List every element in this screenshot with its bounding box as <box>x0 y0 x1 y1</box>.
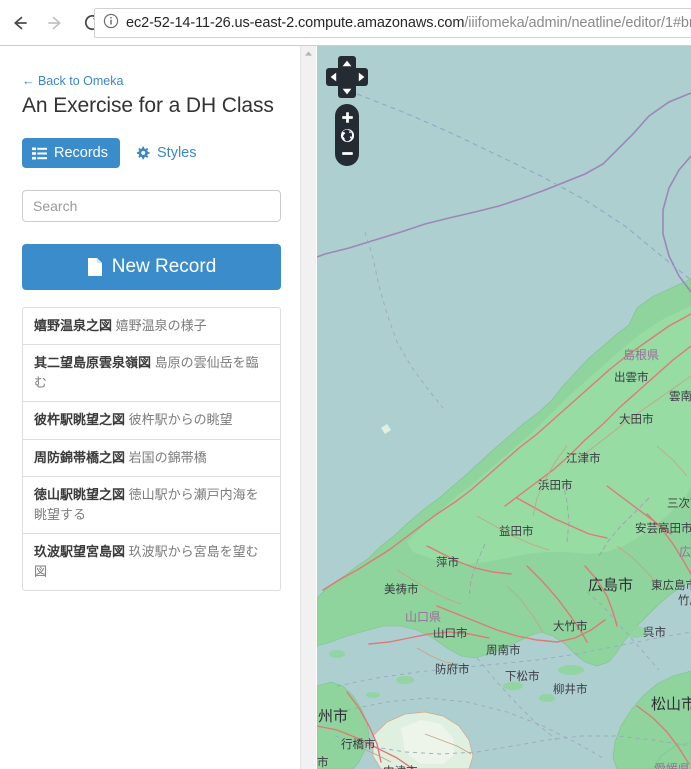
record-description: 岩国の錦帯橋 <box>128 449 207 465</box>
record-title: 徳山駅眺望之図 <box>34 486 126 502</box>
back-button[interactable] <box>5 8 35 38</box>
forward-button[interactable] <box>40 8 70 38</box>
record-list: 嬉野温泉之図 嬉野温泉の様子 其二望島原雲泉嶺図 島原の雲仙岳を臨む 彼杵駅眺望… <box>22 307 281 592</box>
zoom-in-button[interactable] <box>337 108 357 126</box>
neatline-editor-panel: ← Back to Omeka An Exercise for a DH Cla… <box>0 46 300 769</box>
list-item[interactable]: 嬉野温泉之図 嬉野温泉の様子 <box>23 308 280 346</box>
list-item[interactable]: 徳山駅眺望之図 徳山駅から瀬戸内海を眺望する <box>23 477 280 534</box>
map-pan-control[interactable] <box>326 56 368 98</box>
browser-chrome: ec2-52-14-11-26.us-east-2.compute.amazon… <box>0 0 691 46</box>
gear-icon <box>135 146 150 161</box>
pan-left-icon[interactable] <box>327 71 339 83</box>
record-description: 彼杵駅からの眺望 <box>128 412 233 428</box>
map-zoom-control[interactable] <box>335 104 359 166</box>
plus-icon <box>341 111 353 123</box>
back-to-omeka-link[interactable]: ← Back to Omeka <box>22 74 280 88</box>
search-input[interactable] <box>22 190 281 222</box>
zoom-world-button[interactable] <box>337 126 357 144</box>
tab-styles[interactable]: Styles <box>125 138 205 168</box>
url-host: ec2-52-14-11-26.us-east-2.compute.amazon… <box>126 15 465 31</box>
record-description: 嬉野温泉の様子 <box>115 318 207 333</box>
neatline-map[interactable]: 島根県出雲市雲南市大田市江津市浜田市三次市益田市安芸高田市広島県萍市広島市東広島… <box>317 46 691 769</box>
minus-icon <box>341 151 353 155</box>
site-info-icon[interactable] <box>103 13 119 34</box>
pan-up-icon[interactable] <box>341 57 353 69</box>
tab-records-label: Records <box>54 145 108 161</box>
page-content: ← Back to Omeka An Exercise for a DH Cla… <box>0 46 691 769</box>
address-bar[interactable]: ec2-52-14-11-26.us-east-2.compute.amazon… <box>94 8 691 38</box>
pan-down-icon[interactable] <box>341 85 353 97</box>
pan-right-icon[interactable] <box>355 71 367 83</box>
map-tiles <box>317 46 691 769</box>
tab-records[interactable]: Records <box>22 138 120 168</box>
globe-icon <box>340 128 354 142</box>
record-title: 彼杵駅眺望之図 <box>34 412 126 428</box>
forward-arrow-icon <box>48 16 61 29</box>
list-icon <box>32 147 47 160</box>
panel-scrollbar[interactable] <box>300 46 316 769</box>
back-arrow-icon <box>14 16 27 29</box>
document-icon <box>87 257 103 277</box>
list-item[interactable]: 彼杵駅眺望之図 彼杵駅からの眺望 <box>23 402 280 440</box>
editor-tabs: Records Styles <box>22 138 280 168</box>
record-title: 嬉野温泉之図 <box>34 318 113 333</box>
scroll-up-arrow[interactable] <box>301 46 316 61</box>
chevron-up-icon <box>305 51 312 56</box>
url-path: /iiifomeka/admin/neatline/editor/1#bro <box>464 15 691 31</box>
exhibit-title: An Exercise for a DH Class <box>22 94 274 117</box>
record-title: 周防錦帯橋之図 <box>34 449 126 465</box>
new-record-button[interactable]: New Record <box>22 244 281 290</box>
list-item[interactable]: 周防錦帯橋之図 岩国の錦帯橋 <box>23 440 280 477</box>
record-title: 玖波駅望宮島図 <box>34 543 126 559</box>
new-record-label: New Record <box>111 256 217 277</box>
list-item[interactable]: 其二望島原雲泉嶺図 島原の雲仙岳を臨む <box>23 345 280 403</box>
record-title: 其二望島原雲泉嶺図 <box>34 355 152 371</box>
tab-styles-label: Styles <box>157 145 197 161</box>
zoom-out-button[interactable] <box>337 144 357 162</box>
list-item[interactable]: 玖波駅望宮島図 玖波駅から宮島を望む図 <box>23 534 280 590</box>
url-text: ec2-52-14-11-26.us-east-2.compute.amazon… <box>126 15 691 31</box>
